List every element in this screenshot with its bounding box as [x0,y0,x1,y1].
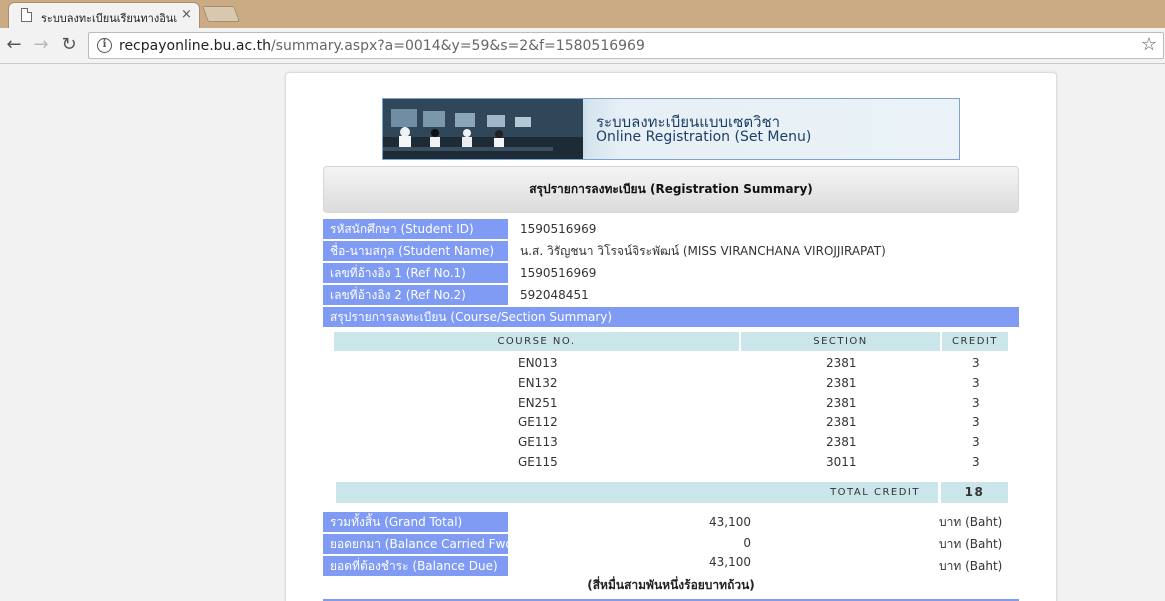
page-icon [21,8,32,22]
url-path: /summary.aspx?a=0014&y=59&s=2&f=15805169… [270,38,645,54]
browser-tab[interactable]: ระบบลงทะเบียนเรียนทางอินเทอร์เน็ต × [8,2,200,28]
total-credit-value: 18 [941,482,1008,503]
banner-title-english: Online Registration (Set Menu) [596,129,812,145]
forward-icon[interactable]: → [30,34,52,56]
ref-no-1-value: 1590516969 [520,266,597,280]
course-section-summary-title: สรุปรายการลงทะเบียน (Course/Section Summ… [323,307,1019,327]
section-cell: 3011 [826,455,857,469]
balance-carried-fwd-label: ยอดยกมา (Balance Carried Fwd) [323,534,518,554]
balance-carried-fwd-unit: บาท (Baht) [939,537,1003,551]
credit-cell: 3 [972,455,980,469]
credit-cell: 3 [972,415,980,429]
section-cell: 2381 [826,396,857,410]
ref-no-2-label: เลขที่อ้างอิง 2 (Ref No.2) [323,285,508,305]
reload-icon[interactable]: ↻ [58,34,80,56]
page-card: ระบบลงทะเบียนแบบเซตวิชา Online Registrat… [285,72,1057,601]
back-icon[interactable]: ← [3,34,25,56]
amount-in-words: (สี่หมื่นสามพันหนึ่งร้อยบาทถ้วน) [587,578,755,592]
credit-cell: 3 [972,435,980,449]
close-icon[interactable]: × [181,6,192,24]
student-id-label: รหัสนักศึกษา (Student ID) [323,219,508,239]
credit-cell: 3 [972,376,980,390]
course-no-cell: EN013 [518,356,558,370]
section-cell: 2381 [826,435,857,449]
credit-cell: 3 [972,356,980,370]
ref-no-2-value: 592048451 [520,288,589,302]
browser-tabstrip: ระบบลงทะเบียนเรียนทางอินเทอร์เน็ต × [0,0,1165,28]
grand-total-unit: บาท (Baht) [939,515,1003,529]
total-credit-label: TOTAL CREDIT [336,482,938,503]
grand-total-amount: 43,100 [709,515,751,529]
course-no-cell: GE115 [518,455,558,469]
student-name-label: ชื่อ-นามสกุล (Student Name) [323,241,508,261]
section-cell: 2381 [826,376,857,390]
student-name-value: น.ส. วิรัญชนา วิโรจน์จิระพัฒน์ (MISS VIR… [520,244,886,258]
grand-total-label: รวมทั้งสิ้น (Grand Total) [323,512,508,532]
registration-summary-header: สรุปรายการลงทะเบียน (Registration Summar… [323,166,1019,213]
section-cell: 2381 [826,415,857,429]
info-icon[interactable]: i [97,38,112,53]
browser-toolbar: ← → ↻ i recpayonline.bu.ac.th/summary.as… [0,28,1165,64]
section-cell: 2381 [826,356,857,370]
course-no-cell: EN251 [518,396,558,410]
credit-cell: 3 [972,396,980,410]
course-no-cell: GE113 [518,435,558,449]
balance-carried-fwd-amount: 0 [743,536,751,550]
url-host: recpayonline.bu.ac.th [119,38,271,54]
address-bar[interactable]: i recpayonline.bu.ac.th/summary.aspx?a=0… [88,32,1164,59]
student-id-value: 1590516969 [520,222,597,236]
balance-due-label: ยอดที่ต้องชำระ (Balance Due) [323,556,508,576]
bookmark-star-icon[interactable]: ☆ [1141,34,1157,55]
course-no-cell: GE112 [518,415,558,429]
ref-no-1-label: เลขที่อ้างอิง 1 (Ref No.1) [323,263,508,283]
section-header: SECTION [741,332,940,351]
tab-title: ระบบลงทะเบียนเรียนทางอินเทอร์เน็ต [41,12,177,25]
balance-due-amount: 43,100 [709,555,751,569]
computer-lab-image [383,99,583,159]
course-no-cell: EN132 [518,376,558,390]
new-tab-button[interactable] [202,6,240,22]
registration-banner: ระบบลงทะเบียนแบบเซตวิชา Online Registrat… [382,98,960,160]
url-text[interactable]: recpayonline.bu.ac.th/summary.aspx?a=001… [119,38,645,54]
credit-header: CREDIT [942,332,1008,351]
course-no-header: COURSE NO. [334,332,739,351]
balance-due-unit: บาท (Baht) [939,559,1003,573]
